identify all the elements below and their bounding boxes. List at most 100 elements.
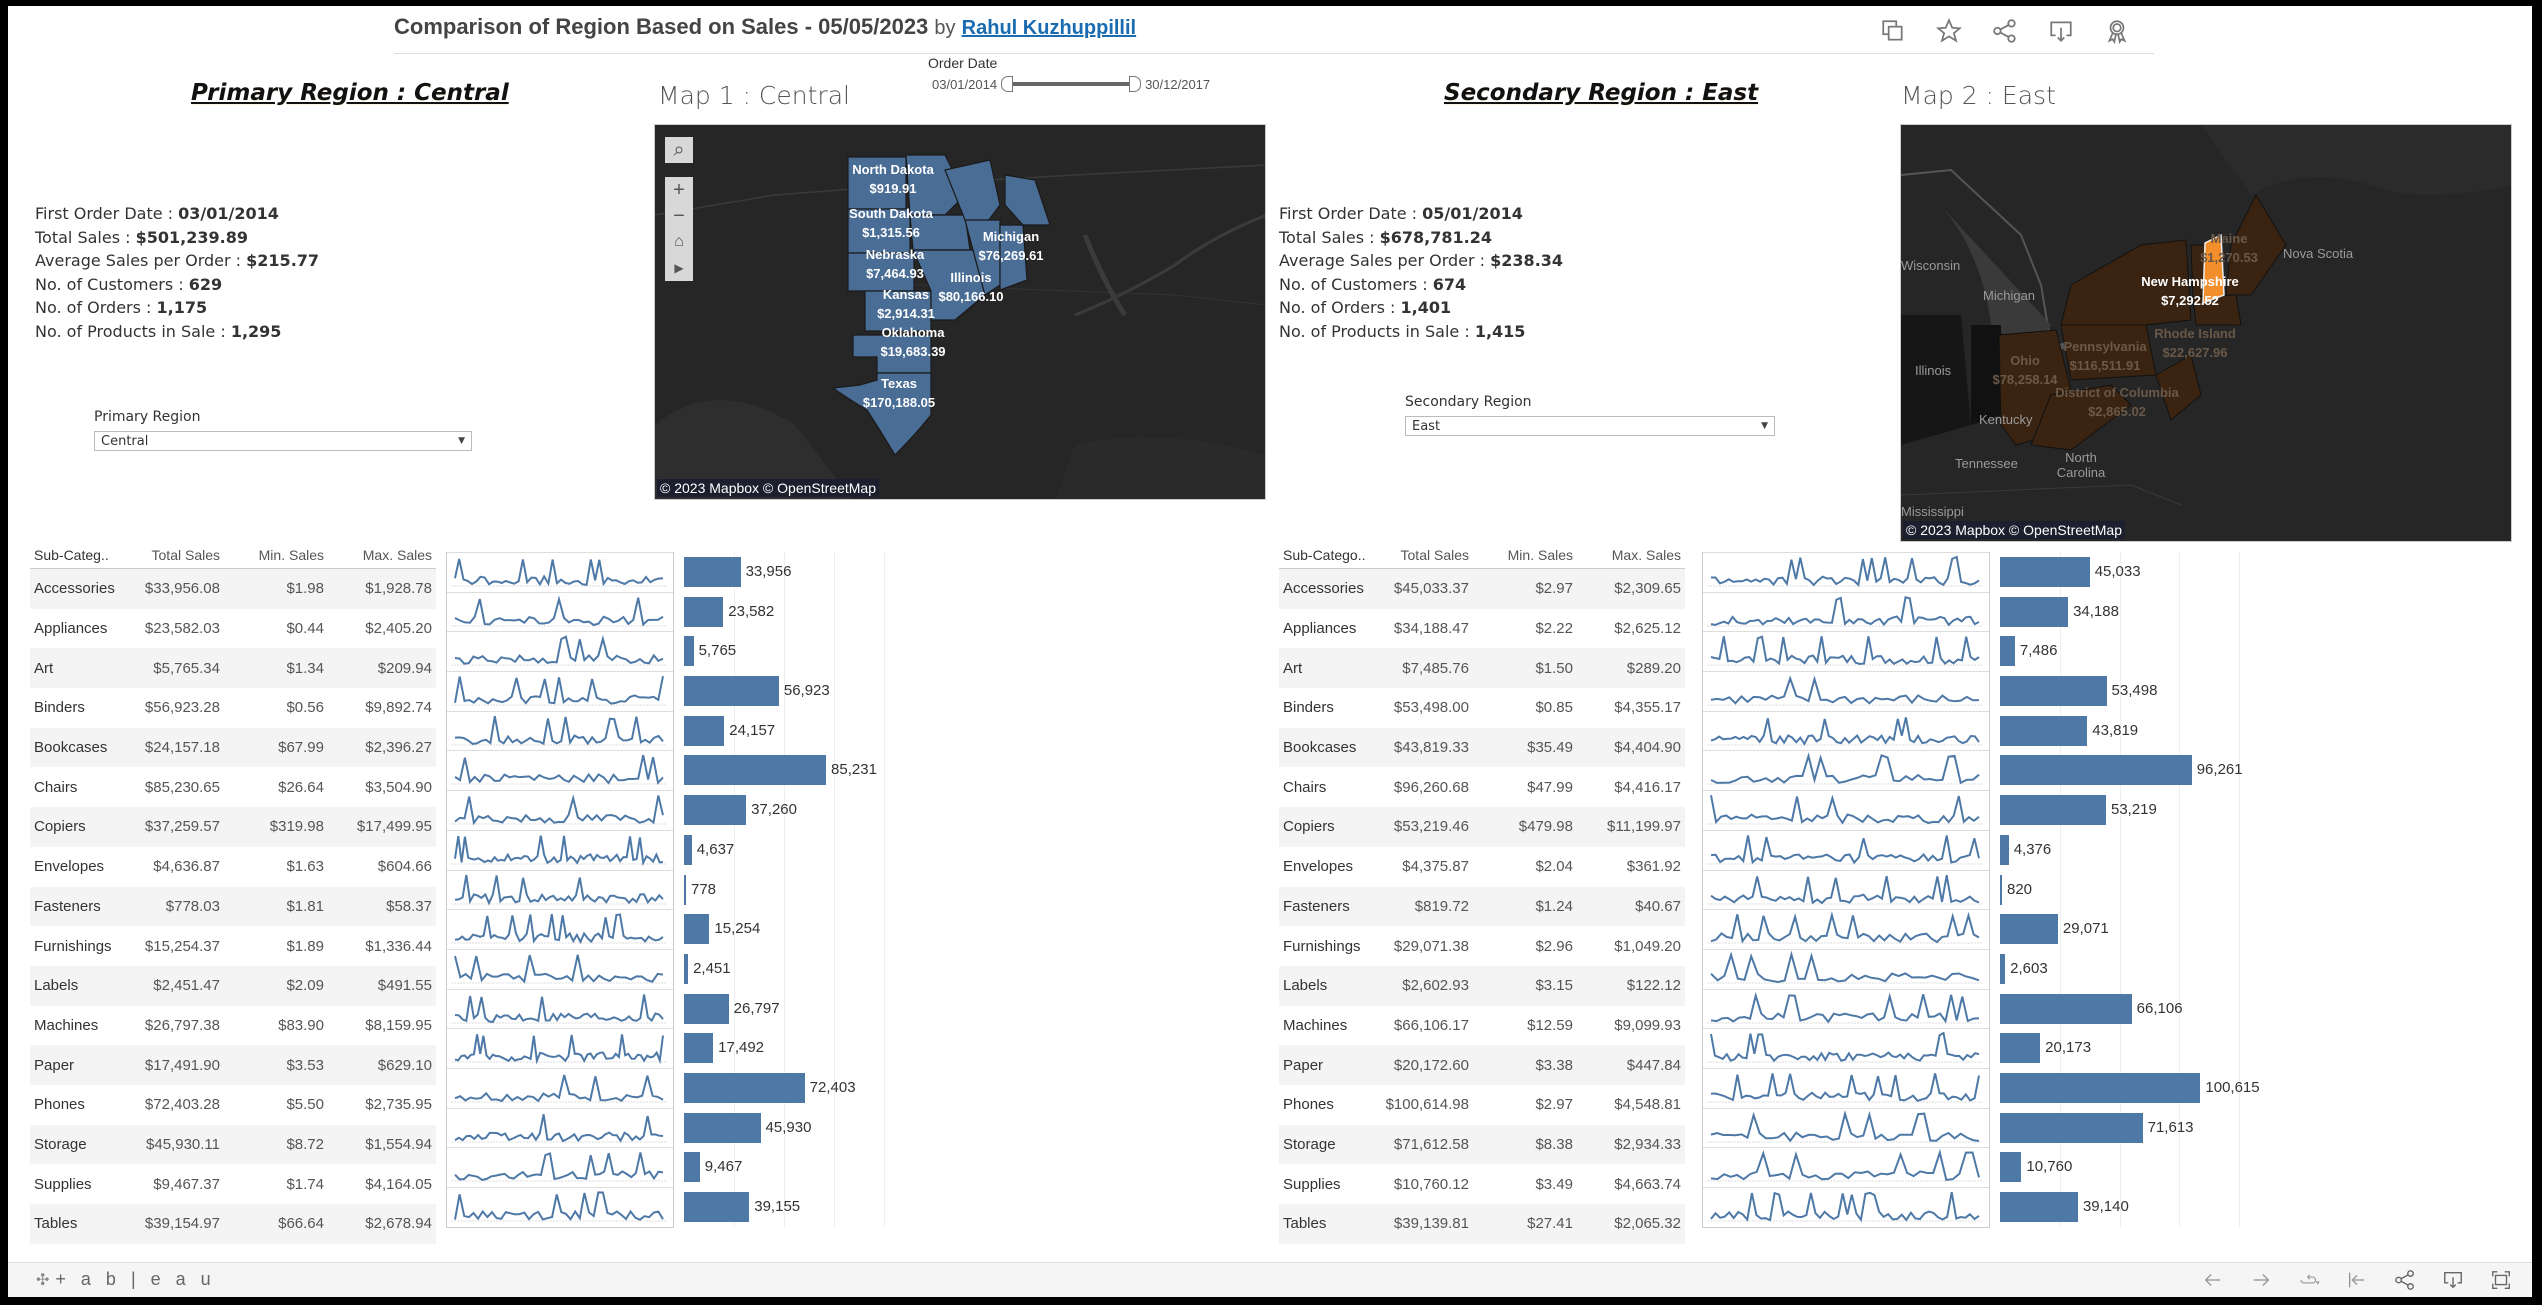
table-row[interactable]: Accessories $33,956.08 $1.98 $1,928.78 [30, 569, 436, 609]
bar-mark[interactable] [684, 993, 729, 1024]
bar-mark[interactable] [2000, 1152, 2022, 1183]
sparkline[interactable] [447, 1067, 673, 1108]
map-search-icon[interactable]: ⌕ [665, 137, 693, 163]
bar-mark[interactable] [2000, 596, 2069, 627]
favorite-star-icon[interactable] [1934, 16, 1964, 46]
primary-region-dropdown[interactable]: Central ▼ [94, 431, 472, 451]
bar-mark[interactable] [684, 715, 725, 746]
bar-mark[interactable] [2000, 834, 2009, 865]
table-row[interactable]: Bookcases $24,157.18 $67.99 $2,396.27 [30, 727, 436, 768]
redo-icon[interactable] [2248, 1268, 2274, 1292]
table-row[interactable]: Accessories $45,033.37 $2.97 $2,309.65 [1279, 569, 1685, 609]
slider-track[interactable] [1001, 76, 1142, 92]
bar-mark[interactable] [684, 834, 692, 865]
bar-mark[interactable] [2000, 1033, 2041, 1064]
author-link[interactable]: Rahul Kuzhuppillil [962, 17, 1136, 39]
table-row[interactable]: Art $5,765.34 $1.34 $209.94 [30, 648, 436, 689]
table-row[interactable]: Art $7,485.76 $1.50 $289.20 [1279, 648, 1685, 689]
col-total-sales[interactable]: Total Sales [122, 542, 224, 568]
sparkline[interactable] [447, 631, 673, 671]
badge-icon[interactable] [2102, 16, 2132, 46]
sparkline[interactable] [447, 829, 673, 870]
sparkline[interactable] [447, 1028, 673, 1068]
table-row[interactable]: Supplies $9,467.37 $1.74 $4,164.05 [30, 1164, 436, 1204]
table-row[interactable]: Machines $26,797.38 $83.90 $8,159.95 [30, 1006, 436, 1046]
table-row[interactable]: Binders $53,498.00 $0.85 $4,355.17 [1279, 688, 1685, 728]
sparkline[interactable] [1703, 869, 1989, 910]
zoom-out-icon[interactable]: − [665, 203, 693, 229]
table-row[interactable]: Binders $56,923.28 $0.56 $9,892.74 [30, 688, 436, 728]
sparkline[interactable] [1703, 829, 1989, 870]
bar-mark[interactable] [684, 636, 694, 667]
undo-icon[interactable] [2200, 1268, 2226, 1292]
bar-mark[interactable] [684, 676, 779, 707]
sparkline[interactable] [447, 790, 673, 830]
bar-mark[interactable] [684, 1033, 714, 1064]
col-total-sales[interactable]: Total Sales [1371, 542, 1473, 568]
table-row[interactable]: Phones $100,614.98 $2.97 $4,548.81 [1279, 1085, 1685, 1125]
table-row[interactable]: Appliances $23,582.03 $0.44 $2,405.20 [30, 609, 436, 649]
bar-mark[interactable] [684, 1192, 750, 1222]
bar-mark[interactable] [2000, 636, 2015, 667]
table-row[interactable]: Fasteners $778.03 $1.81 $58.37 [30, 886, 436, 927]
table-row[interactable]: Chairs $96,260.68 $47.99 $4,416.17 [1279, 767, 1685, 807]
map2-east[interactable]: Wisconsin Michigan Illinois Kentucky Ten… [1900, 124, 2512, 542]
bar-mark[interactable] [684, 557, 741, 587]
bar-mark[interactable] [684, 1152, 700, 1183]
sparkline[interactable] [447, 710, 673, 751]
play-arrow-icon[interactable]: ▶ [665, 255, 693, 281]
sparkline[interactable] [1703, 750, 1989, 790]
bar-mark[interactable] [684, 596, 724, 627]
sparkline[interactable] [447, 1187, 673, 1227]
sparkline[interactable] [1703, 1107, 1989, 1148]
slider-handle-start[interactable] [1001, 76, 1014, 92]
sparkline[interactable] [1703, 1147, 1989, 1187]
bar-mark[interactable] [2000, 676, 2107, 707]
sparkline[interactable] [447, 948, 673, 989]
table-row[interactable]: Chairs $85,230.65 $26.64 $3,504.90 [30, 767, 436, 807]
sparkline[interactable] [1703, 1187, 1989, 1227]
revert-all-icon[interactable] [2344, 1268, 2370, 1292]
bar-mark[interactable] [684, 914, 710, 945]
sparkline[interactable] [447, 552, 673, 592]
sparkline[interactable] [447, 1147, 673, 1187]
table-row[interactable]: Copiers $53,219.46 $479.98 $11,199.97 [1279, 807, 1685, 847]
bar-mark[interactable] [684, 953, 689, 984]
col-max-sales[interactable]: Max. Sales [1577, 542, 1685, 568]
sparkline[interactable] [447, 591, 673, 632]
table-row[interactable]: Supplies $10,760.12 $3.49 $4,663.74 [1279, 1164, 1685, 1204]
table-row[interactable]: Fasteners $819.72 $1.24 $40.67 [1279, 886, 1685, 927]
bar-mark[interactable] [2000, 993, 2132, 1024]
bar-mark[interactable] [2000, 874, 2002, 905]
sparkline[interactable] [447, 988, 673, 1029]
sparkline[interactable] [1703, 1067, 1989, 1108]
zoom-in-icon[interactable]: + [665, 177, 693, 203]
table-row[interactable]: Storage $71,612.58 $8.38 $2,934.33 [1279, 1124, 1685, 1165]
bar-mark[interactable] [2000, 1192, 2078, 1222]
bar-mark[interactable] [2000, 953, 2006, 984]
bar-mark[interactable] [2000, 557, 2090, 587]
sparkline[interactable] [1703, 671, 1989, 711]
table-row[interactable]: Furnishings $15,254.37 $1.89 $1,336.44 [30, 926, 436, 966]
table-row[interactable]: Furnishings $29,071.38 $2.96 $1,049.20 [1279, 926, 1685, 966]
download-icon[interactable] [2440, 1268, 2466, 1292]
bar-mark[interactable] [2000, 715, 2088, 746]
col-subcategory[interactable]: Sub-Categ.. [30, 542, 122, 568]
table-row[interactable]: Tables $39,154.97 $66.64 $2,678.94 [30, 1204, 436, 1244]
sparkline[interactable] [1703, 710, 1989, 751]
table-row[interactable]: Bookcases $43,819.33 $35.49 $4,404.90 [1279, 727, 1685, 768]
home-icon[interactable]: ⌂ [665, 229, 693, 255]
download-icon[interactable] [2046, 16, 2076, 46]
bar-mark[interactable] [2000, 1112, 2143, 1143]
sparkline[interactable] [1703, 909, 1989, 949]
bar-mark[interactable] [684, 874, 686, 905]
sparkline[interactable] [447, 750, 673, 790]
table-row[interactable]: Storage $45,930.11 $8.72 $1,554.94 [30, 1124, 436, 1165]
col-min-sales[interactable]: Min. Sales [1473, 542, 1577, 568]
map1-credit[interactable]: © 2023 Mapbox © OpenStreetMap [657, 479, 879, 497]
table-row[interactable]: Labels $2,602.93 $3.15 $122.12 [1279, 965, 1685, 1006]
sparkline[interactable] [1703, 948, 1989, 989]
sparkline[interactable] [447, 869, 673, 910]
bar-mark[interactable] [2000, 914, 2058, 945]
col-subcategory[interactable]: Sub-Catego.. [1279, 542, 1371, 568]
